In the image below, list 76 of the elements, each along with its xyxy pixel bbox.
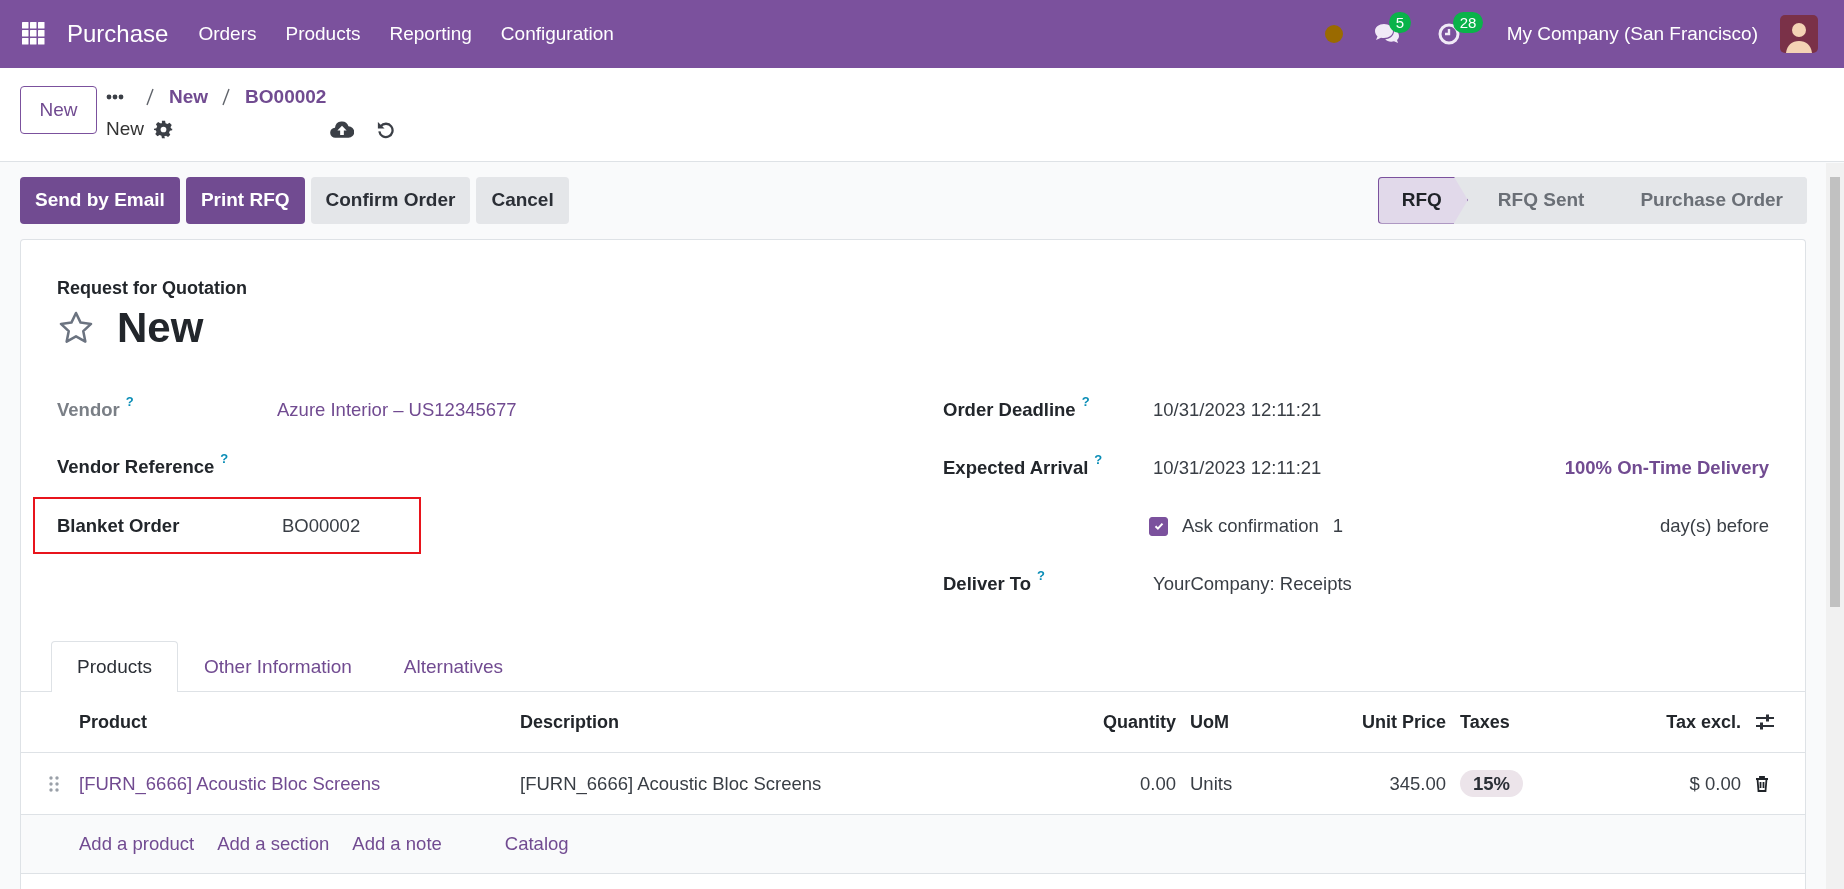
table-cell-text: Units	[1190, 772, 1234, 795]
notebook-tab[interactable]: Alternatives	[377, 641, 530, 693]
column-header[interactable]: Quantity	[1000, 711, 1190, 733]
drag-handle-icon[interactable]	[49, 775, 59, 792]
record-title: New	[117, 305, 204, 352]
more-icon[interactable]	[106, 94, 124, 100]
table-cell-text: 345.00	[1388, 772, 1447, 795]
add-line-link[interactable]: Add a section	[217, 833, 330, 856]
field-value: BO00002	[282, 514, 361, 536]
field-label: Deliver To	[943, 573, 1032, 596]
sliders-icon[interactable]	[1755, 713, 1775, 732]
checkbox[interactable]	[1149, 516, 1168, 536]
company-switcher[interactable]: My Company (San Francisco)	[1506, 23, 1758, 45]
menu-item[interactable]: Configuration	[500, 23, 614, 45]
status-dot[interactable]	[1324, 25, 1343, 43]
new-button[interactable]: New	[20, 86, 97, 134]
breadcrumb-separator-icon	[146, 88, 154, 106]
field-label: Blanket Order	[57, 514, 180, 537]
scrollbar[interactable]	[1826, 163, 1844, 889]
date-field[interactable]: 10/31/2023 12:11:21	[1153, 399, 1322, 422]
field-label: Expected Arrival	[943, 457, 1089, 480]
field-label: Order Deadline	[943, 399, 1076, 422]
on-time-delivery-link[interactable]: 100% On-Time Delivery	[1564, 457, 1769, 480]
action-button[interactable]: Cancel	[476, 176, 569, 224]
menu-item[interactable]: Reporting	[389, 23, 472, 45]
help-tooltip[interactable]: ?	[125, 393, 134, 409]
status-step[interactable]: RFQ	[1377, 176, 1468, 224]
app-name[interactable]: Purchase	[67, 20, 169, 48]
help-tooltip[interactable]: ?	[1094, 452, 1103, 468]
action-button[interactable]: Send by Email	[20, 176, 180, 224]
apps-grid-icon[interactable]	[22, 22, 46, 46]
checkbox-label: Ask confirmation	[1182, 515, 1319, 538]
days-input[interactable]: 1	[1332, 515, 1344, 538]
menu-item[interactable]: Products	[285, 23, 361, 45]
breadcrumb-separator-icon	[222, 88, 231, 106]
trash-icon[interactable]	[1755, 775, 1769, 792]
activity-count-badge: 28	[1452, 12, 1484, 33]
notebook-tab[interactable]: Products	[51, 641, 178, 693]
column-header[interactable]: UoM	[1190, 711, 1320, 733]
column-header[interactable]: Unit Price	[1320, 711, 1460, 733]
menu-item[interactable]: Orders	[198, 23, 257, 45]
clock-icon[interactable]	[1436, 22, 1461, 46]
settings-icon[interactable]	[154, 119, 173, 139]
help-tooltip[interactable]: ?	[1081, 394, 1090, 410]
undo-icon[interactable]	[376, 119, 395, 139]
form-subtitle: Request for Quotation	[57, 278, 248, 299]
product-link[interactable]: [FURN_6666] Acoustic Bloc Screens	[79, 772, 520, 795]
column-header[interactable]: Description	[520, 711, 1000, 733]
message-count-badge: 5	[1388, 12, 1412, 33]
days-suffix: day(s) before	[1660, 515, 1769, 538]
user-avatar-icon[interactable]	[1780, 15, 1818, 53]
add-line-link[interactable]: Catalog	[504, 833, 569, 856]
field-value[interactable]: YourCompany: Receipts	[1153, 573, 1352, 595]
tax-tag: 15%	[1460, 769, 1524, 797]
help-tooltip[interactable]: ?	[220, 450, 229, 466]
vendor-link[interactable]: Azure Interior – US12345677	[277, 398, 517, 420]
cloud-upload-icon[interactable]	[330, 119, 354, 139]
help-tooltip[interactable]: ?	[1037, 568, 1046, 584]
column-header[interactable]: Tax excl.	[1630, 711, 1755, 733]
date-field[interactable]: 10/31/2023 12:11:21	[1153, 457, 1322, 480]
notebook-tab[interactable]: Other Information	[178, 641, 378, 693]
record-name: New	[106, 118, 144, 140]
column-header[interactable]: Taxes	[1460, 711, 1630, 733]
action-button[interactable]: Print RFQ	[185, 176, 305, 224]
field-label: Vendor	[57, 398, 120, 421]
breadcrumb-link[interactable]: New	[169, 86, 209, 108]
table-cell-text: $ 0.00	[1688, 772, 1742, 795]
add-line-link[interactable]: Add a product	[79, 833, 195, 856]
add-line-link[interactable]: Add a note	[352, 833, 442, 856]
column-header[interactable]: Product	[79, 711, 520, 733]
table-cell-text: 0.00	[1139, 772, 1177, 795]
breadcrumb-link[interactable]: BO00002	[245, 86, 327, 108]
checkmark-icon	[1152, 520, 1165, 533]
action-button[interactable]: Confirm Order	[310, 176, 471, 224]
field-label: Vendor Reference	[57, 455, 215, 478]
table-cell-text: [FURN_6666] Acoustic Bloc Screens	[520, 772, 823, 795]
